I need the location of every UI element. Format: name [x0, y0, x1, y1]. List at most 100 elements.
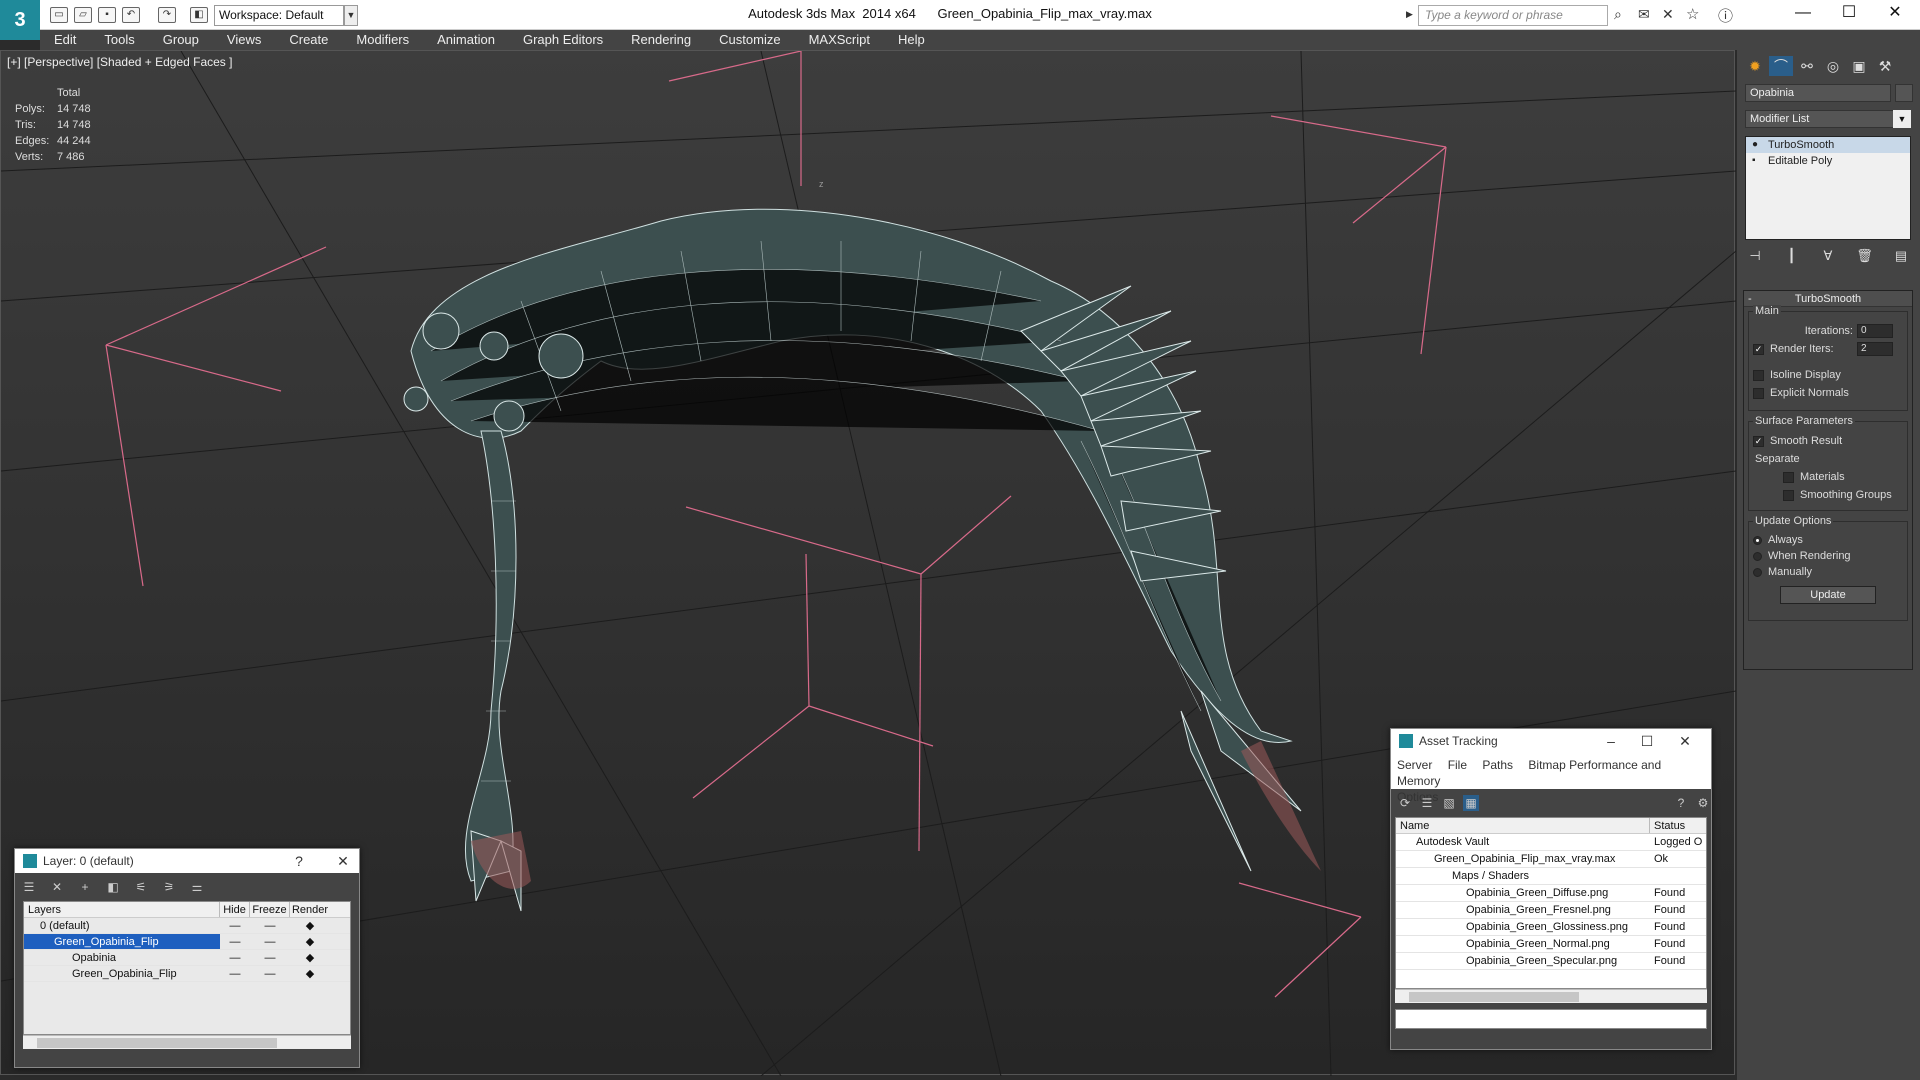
remove-modifier-icon[interactable]: 🗑 — [1855, 248, 1875, 266]
chevron-down-icon[interactable]: ▼ — [1893, 110, 1911, 128]
menu-bitmap-performance[interactable]: Bitmap Performance and Memory — [1397, 758, 1661, 788]
utilities-tab-icon[interactable]: ⚒ — [1873, 56, 1897, 76]
layer-window-titlebar[interactable]: Layer: 0 (default) ? ✕ — [15, 849, 359, 873]
open-file-icon[interactable]: ▱ — [74, 7, 92, 23]
menu-edit[interactable]: Edit — [40, 30, 90, 50]
freeze-all-icon[interactable]: ⚌ — [189, 879, 205, 895]
menu-help[interactable]: Help — [884, 30, 939, 50]
create-layer-icon[interactable]: ☰ — [21, 879, 37, 895]
opabinia-model[interactable] — [403, 208, 1321, 912]
menu-create[interactable]: Create — [275, 30, 342, 50]
menu-file[interactable]: File — [1448, 758, 1467, 772]
close-icon[interactable]: ✕ — [1673, 729, 1697, 753]
menu-group[interactable]: Group — [149, 30, 213, 50]
menu-graph-editors[interactable]: Graph Editors — [509, 30, 617, 50]
close-icon[interactable]: ✕ — [1872, 0, 1918, 26]
freeze-toggle[interactable]: — — [250, 918, 290, 933]
explicit-normals-checkbox[interactable] — [1753, 387, 1764, 399]
menu-views[interactable]: Views — [213, 30, 275, 50]
render-toggle-icon[interactable]: ◆ — [290, 934, 330, 949]
show-end-result-icon[interactable]: ┃ — [1782, 248, 1802, 266]
object-color-swatch[interactable] — [1895, 84, 1913, 102]
hierarchy-tab-icon[interactable]: ⚯ — [1795, 56, 1819, 76]
asset-scrollbar[interactable] — [1395, 989, 1707, 1003]
play-icon[interactable]: ▶ — [1406, 9, 1413, 20]
render-toggle-icon[interactable]: ◆ — [290, 950, 330, 965]
hide-toggle[interactable]: — — [220, 918, 250, 933]
object-name-field[interactable]: Opabinia — [1745, 84, 1891, 102]
isoline-display-checkbox[interactable] — [1753, 369, 1764, 381]
layer-scrollbar[interactable] — [23, 1035, 351, 1049]
app-menu-button[interactable]: 3 — [0, 0, 40, 40]
list-view-icon[interactable]: ☰ — [1419, 795, 1435, 811]
menu-tools[interactable]: Tools — [90, 30, 148, 50]
update-button[interactable]: Update — [1780, 586, 1876, 604]
hide-toggle[interactable]: — — [220, 934, 250, 949]
motion-tab-icon[interactable]: ◎ — [1821, 56, 1845, 76]
help-icon[interactable]: ⓘ — [1718, 5, 1733, 26]
chevron-down-icon[interactable]: ▼ — [344, 5, 358, 26]
freeze-toggle[interactable]: — — [250, 934, 290, 949]
project-folder-icon[interactable]: ◧ — [190, 7, 208, 23]
search-input[interactable]: Type a keyword or phrase — [1418, 5, 1608, 26]
lightbulb-icon[interactable]: ● — [1752, 137, 1758, 153]
x-icon[interactable]: ✕ — [1662, 6, 1674, 23]
highlight-layer-icon[interactable]: ⚟ — [133, 879, 149, 895]
add-to-layer-icon[interactable]: + — [77, 879, 93, 895]
layer-row[interactable]: 0 (default) — — ◆ — [24, 918, 350, 934]
maximize-icon[interactable]: ☐ — [1635, 729, 1659, 753]
star-icon[interactable]: ☆ — [1686, 5, 1699, 23]
binoculars-icon[interactable]: ⌕ — [1614, 6, 1622, 23]
asset-row[interactable]: Opabinia_Green_Fresnel.png Found — [1396, 902, 1706, 919]
help-icon[interactable]: ? — [1673, 795, 1689, 811]
asset-row[interactable]: Opabinia_Green_Glossiness.png Found — [1396, 919, 1706, 936]
redo-icon[interactable]: ↷ — [158, 7, 176, 23]
pin-stack-icon[interactable]: ⊣ — [1745, 248, 1765, 266]
render-toggle-icon[interactable]: ◆ — [290, 966, 330, 981]
asset-path-field[interactable] — [1395, 1009, 1707, 1029]
manually-radio[interactable] — [1753, 567, 1762, 577]
asset-row[interactable]: Autodesk Vault Logged O — [1396, 834, 1706, 851]
viewport-label[interactable]: [+] [Perspective] [Shaded + Edged Faces … — [7, 55, 232, 69]
asset-window-titlebar[interactable]: Asset Tracking – ☐ ✕ — [1391, 729, 1711, 753]
communication-icon[interactable]: ✉ — [1638, 6, 1650, 23]
select-objects-icon[interactable]: ◧ — [105, 879, 121, 895]
minimize-icon[interactable]: – — [1599, 729, 1623, 753]
create-tab-icon[interactable]: ✹ — [1743, 56, 1767, 76]
modifier-list-dropdown[interactable]: Modifier List — [1745, 110, 1903, 128]
menu-animation[interactable]: Animation — [423, 30, 509, 50]
asset-row[interactable]: Opabinia_Green_Diffuse.png Found — [1396, 885, 1706, 902]
menu-server[interactable]: Server — [1397, 758, 1432, 772]
workspace-dropdown[interactable]: Workspace: Default — [214, 5, 344, 26]
new-file-icon[interactable]: ▭ — [50, 7, 68, 23]
undo-icon[interactable]: ↶ — [122, 7, 140, 23]
scrollbar-thumb[interactable] — [1409, 992, 1579, 1002]
freeze-toggle[interactable]: — — [250, 950, 290, 965]
asset-row[interactable]: Maps / Shaders — [1396, 868, 1706, 885]
layer-row[interactable]: Opabinia — — ◆ — [24, 950, 350, 966]
table-view-icon[interactable]: ▦ — [1463, 795, 1479, 811]
render-iters-spinner[interactable]: 2 — [1857, 342, 1893, 356]
menu-maxscript[interactable]: MAXScript — [795, 30, 884, 50]
configure-modifier-sets-icon[interactable]: ▤ — [1891, 248, 1911, 266]
help-icon[interactable]: ? — [287, 849, 311, 873]
refresh-icon[interactable]: ⟳ — [1397, 795, 1413, 811]
hide-toggle[interactable]: — — [220, 966, 250, 981]
materials-checkbox[interactable] — [1783, 471, 1794, 483]
save-icon[interactable]: ▪ — [98, 7, 116, 23]
menu-customize[interactable]: Customize — [705, 30, 794, 50]
when-rendering-radio[interactable] — [1753, 551, 1762, 561]
settings-icon[interactable]: ⚙ — [1695, 795, 1711, 811]
display-tab-icon[interactable]: ▣ — [1847, 56, 1871, 76]
menu-rendering[interactable]: Rendering — [617, 30, 705, 50]
iterations-spinner[interactable]: 0 — [1857, 324, 1893, 338]
make-unique-icon[interactable]: ∀ — [1818, 248, 1838, 266]
render-toggle-icon[interactable]: ◆ — [290, 918, 330, 933]
menu-modifiers[interactable]: Modifiers — [342, 30, 423, 50]
stack-item-turbosmooth[interactable]: ● TurboSmooth — [1746, 137, 1910, 153]
menu-paths[interactable]: Paths — [1482, 758, 1513, 772]
hide-toggle[interactable]: — — [220, 950, 250, 965]
delete-layer-icon[interactable]: ✕ — [49, 879, 65, 895]
expand-icon[interactable]: ▪ — [1752, 153, 1756, 169]
thumbnail-icon[interactable]: ▧ — [1441, 795, 1457, 811]
